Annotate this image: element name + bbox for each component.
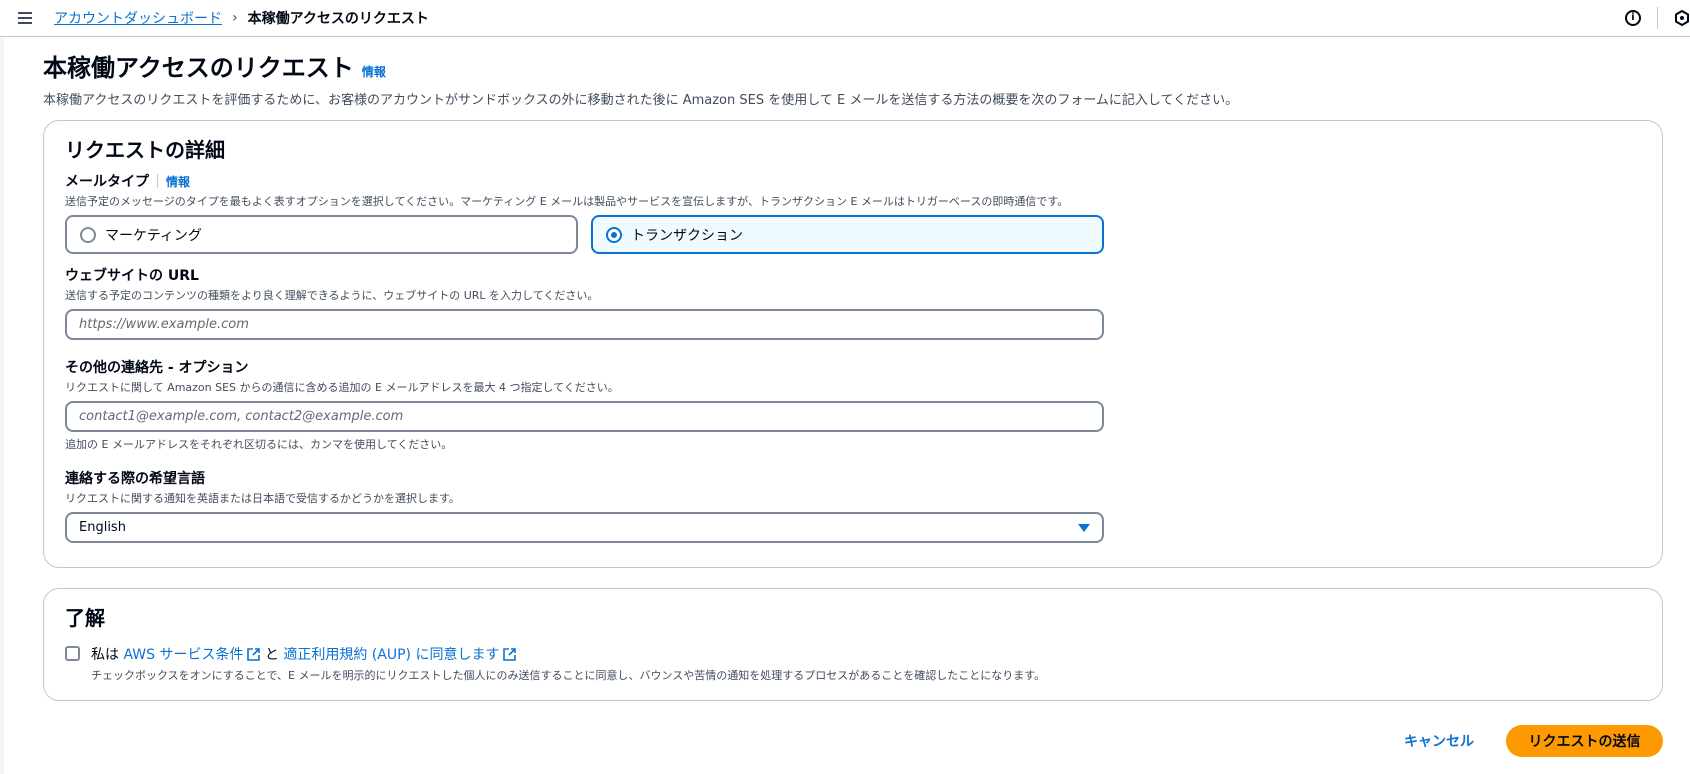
submit-request-button[interactable]: リクエストの送信 (1506, 725, 1663, 757)
cancel-button[interactable]: キャンセル (1390, 726, 1488, 756)
radio-tile-marketing[interactable]: マーケティング (65, 215, 578, 254)
radio-label-marketing: マーケティング (105, 227, 202, 244)
external-link-icon (247, 647, 261, 661)
external-link-icon (503, 647, 517, 661)
page-header: 本稼働アクセスのリクエスト 情報 本稼働アクセスのリクエストを評価するために、お… (43, 48, 1643, 108)
left-panel-edge (0, 37, 4, 774)
aws-service-terms-link[interactable]: AWS サービス条件 (123, 644, 243, 664)
acknowledge-container: 了解 私は AWS サービス条件 と 適正利用規約 (AUP) に同意します チ… (43, 588, 1663, 701)
page-description: 本稼働アクセスのリクエストを評価するために、お客様のアカウントがサンドボックスの… (43, 93, 1239, 108)
terms-agreement-checkbox[interactable] (65, 646, 80, 661)
mail-type-description: 送信予定のメッセージのタイプを最もよく表すオプションを選択してください。マーケテ… (65, 195, 1069, 208)
toolbar-divider (1657, 7, 1658, 29)
page-title: 本稼働アクセスのリクエスト (43, 54, 354, 82)
caret-down-icon (1078, 523, 1090, 532)
radio-button-transactional[interactable] (606, 226, 622, 243)
radio-tile-transactional[interactable]: トランザクション (591, 215, 1104, 254)
preferred-language-field: 連絡する際の希望言語 リクエストに関する通知を英語または日本語で受信するかどうか… (65, 468, 1105, 543)
mail-type-label: メールタイプ (65, 174, 149, 190)
page-info-link[interactable]: 情報 (362, 63, 386, 80)
website-url-input[interactable] (65, 309, 1104, 340)
notification-hex-icon[interactable] (1674, 10, 1690, 26)
hamburger-menu-icon[interactable] (18, 8, 38, 28)
breadcrumb-link-dashboard[interactable]: アカウントダッシュボード (54, 8, 222, 28)
website-url-field: ウェブサイトの URL 送信する予定のコンテンツの種類をより良く理解できるように… (65, 265, 1105, 340)
agreement-prefix: 私は (91, 647, 119, 663)
agreement-conjunction: と (264, 647, 279, 663)
mail-type-info-link[interactable]: 情報 (166, 173, 190, 190)
breadcrumb-current: 本稼働アクセスのリクエスト (247, 11, 429, 27)
request-details-container: リクエストの詳細 メールタイプ 情報 送信予定のメッセージのタイプを最もよく表す… (43, 120, 1663, 568)
preferred-language-select[interactable]: English (65, 512, 1104, 543)
mail-type-field: メールタイプ 情報 送信予定のメッセージのタイプを最もよく表すオプションを選択し… (65, 171, 1105, 254)
breadcrumb: アカウントダッシュボード › 本稼働アクセスのリクエスト (54, 8, 429, 28)
label-divider (157, 174, 158, 188)
website-url-label: ウェブサイトの URL (65, 268, 199, 284)
additional-contacts-input[interactable] (65, 401, 1104, 432)
website-url-description: 送信する予定のコンテンツの種類をより良く理解できるように、ウェブサイトの URL… (65, 289, 599, 302)
additional-contacts-hint: 追加の E メールアドレスをそれぞれ区切るには、カンマを使用してください。 (65, 438, 453, 451)
acceptable-use-policy-link[interactable]: 適正利用規約 (AUP) に同意します (283, 644, 499, 664)
acknowledge-title: 了解 (65, 606, 105, 630)
radio-button-marketing[interactable] (80, 226, 96, 243)
preferred-language-description: リクエストに関する通知を英語または日本語で受信するかどうかを選択します。 (65, 492, 460, 505)
chevron-right-icon: › (232, 10, 238, 26)
info-circle-icon[interactable]: i (1625, 10, 1641, 26)
top-navigation-bar: アカウントダッシュボード › 本稼働アクセスのリクエスト i (0, 0, 1690, 37)
agreement-description: チェックボックスをオンにすることで、E メールを明示的にリクエストした個人にのみ… (91, 669, 1046, 682)
radio-label-transactional: トランザクション (631, 227, 743, 244)
additional-contacts-field: その他の連絡先 - オプション リクエストに関して Amazon SES からの… (65, 357, 1105, 452)
preferred-language-label: 連絡する際の希望言語 (65, 471, 205, 487)
terms-agreement-row: 私は AWS サービス条件 と 適正利用規約 (AUP) に同意します チェック… (65, 644, 1045, 683)
mail-type-radio-group: マーケティング トランザクション (65, 215, 1105, 254)
additional-contacts-label: その他の連絡先 - オプション (65, 360, 249, 376)
request-details-title: リクエストの詳細 (65, 138, 225, 162)
preferred-language-value: English (79, 520, 126, 535)
radio-selected-dot (611, 231, 617, 238)
top-right-tools: i (1625, 0, 1690, 36)
additional-contacts-description: リクエストに関して Amazon SES からの通信に含める追加の E メールア… (65, 381, 619, 394)
